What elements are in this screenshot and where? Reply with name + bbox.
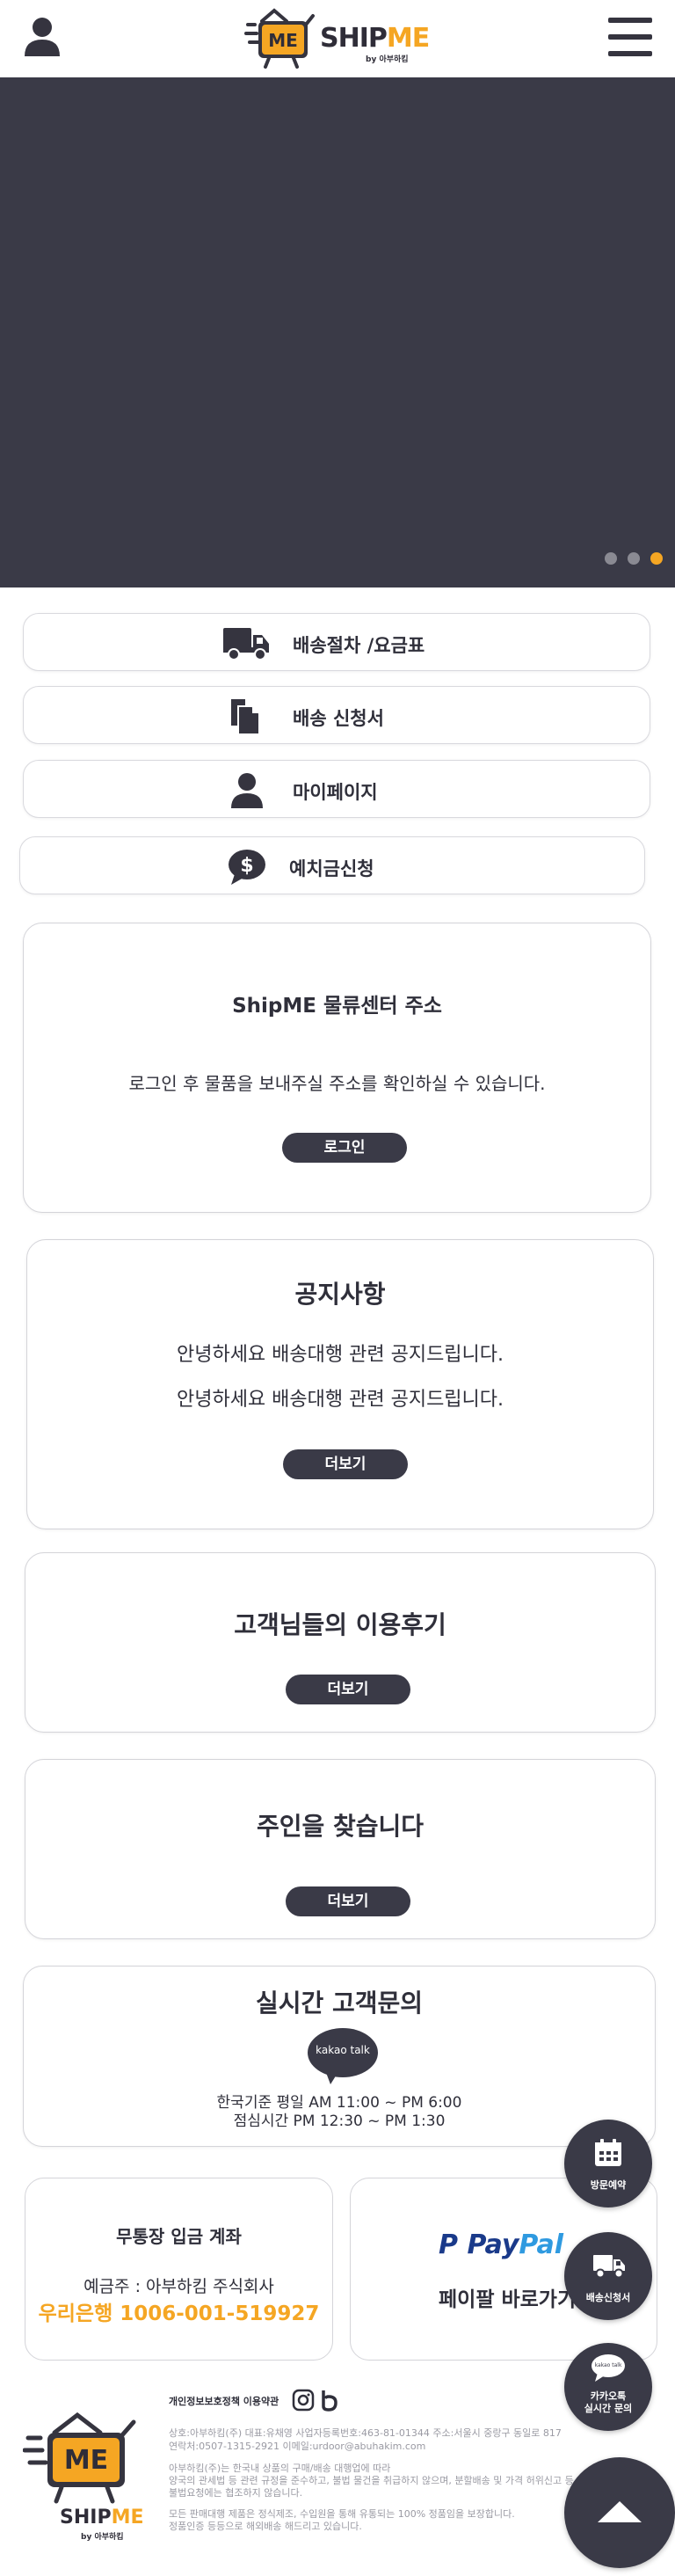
review-card: 고객님들의 이용후기 더보기 — [25, 1552, 656, 1733]
lost-items-more-button[interactable]: 더보기 — [286, 1886, 410, 1916]
lunch-hours: 점심시간 PM 12:30 ~ PM 1:30 — [233, 2113, 446, 2130]
notice-more-button[interactable]: 더보기 — [283, 1449, 408, 1479]
footer-notice-line: 정품인증 등등으로 해외배송 해드리고 있습니다. — [169, 2521, 362, 2532]
arrow-up-icon — [598, 2501, 642, 2522]
scroll-to-top-button[interactable] — [564, 2457, 675, 2568]
lost-items-card: 주인을 찾습니다 더보기 — [25, 1759, 656, 1939]
documents-icon — [226, 697, 275, 735]
address-card: ShipME 물류센터 주소 로그인 후 물품을 보내주실 주소를 확인하실 수… — [23, 923, 651, 1213]
live-inquiry-title: 실시간 고객문의 — [255, 1989, 424, 2018]
logo-by-text: by 아부하킴 — [366, 55, 409, 64]
kakao-live-inquiry-button[interactable]: kakao talk 카카오톡 실시간 문의 — [564, 2343, 652, 2431]
lost-items-card-title: 주인을 찾습니다 — [256, 1812, 425, 1841]
user-icon — [229, 771, 279, 808]
quick-button-shipping-fees[interactable]: 배송절차 /요금표 — [23, 613, 650, 671]
visit-reservation-label: 방문예약 — [590, 2179, 627, 2191]
quick-button-mypage[interactable]: 마이페이지 — [23, 760, 650, 818]
quick-button-label: 마이페이지 — [293, 782, 378, 803]
quick-button-label: 배송절차 /요금표 — [293, 635, 425, 656]
svg-text:$: $ — [240, 855, 253, 877]
footer-logo-wordmark: SHIPME — [60, 2507, 144, 2529]
footer-notice-line: 불법요청에는 협조하지 않습니다. — [169, 2487, 303, 2499]
slider-dot-active[interactable] — [650, 552, 663, 565]
shipme-logo[interactable]: ME SHIPME by 아부하킴 — [243, 5, 432, 72]
shipping-form-button[interactable]: 배송신청서 — [564, 2232, 652, 2320]
notice-item[interactable]: 안녕하세요 배송대행 관련 공지드립니다. — [27, 1339, 653, 1367]
top-header: ME SHIPME by 아부하킴 — [0, 0, 675, 77]
kakao-label-line1: 카카오톡 — [590, 2390, 627, 2402]
address-card-title: ShipME 물류센터 주소 — [232, 995, 442, 1018]
calendar-icon — [592, 2137, 624, 2169]
address-card-text: 로그인 후 물품을 보내주실 주소를 확인하실 수 있습니다. — [128, 1073, 546, 1094]
login-button[interactable]: 로그인 — [282, 1133, 407, 1163]
review-card-title: 고객님들의 이용후기 — [234, 1610, 446, 1639]
account-holder: 예금주 : 아부하킴 주식회사 — [83, 2277, 274, 2296]
footer-logo: ME SHIPME by 아부하킴 — [23, 2410, 146, 2550]
paypal-logo: P PayPal — [439, 2229, 564, 2260]
footer-policy-links[interactable]: 개인정보보호정책 이용약관 — [169, 2394, 279, 2408]
kakao-label-line2: 실시간 문의 — [584, 2403, 633, 2414]
slider-pagination — [605, 552, 663, 565]
truck-icon — [221, 624, 271, 661]
notice-card-title: 공지사항 — [294, 1280, 386, 1309]
kakao-talk-label: kakao talk — [316, 2044, 370, 2056]
paypal-link-label: 페이팔 바로가기 — [439, 2288, 577, 2311]
shipping-form-label: 배송신청서 — [585, 2292, 631, 2303]
review-more-button[interactable]: 더보기 — [286, 1675, 410, 1704]
user-icon[interactable] — [23, 16, 62, 58]
quick-button-deposit[interactable]: $ 예치금신청 — [19, 836, 645, 894]
hamburger-menu-icon[interactable] — [608, 18, 652, 56]
bank-account-title: 무통장 입금 계좌 — [116, 2226, 242, 2247]
logo-badge-text: ME — [268, 30, 298, 51]
bank-account-card: 무통장 입금 계좌 예금주 : 아부하킴 주식회사 우리은행 1006-001-… — [25, 2178, 333, 2361]
hero-banner[interactable] — [0, 77, 675, 587]
footer-contact-info: 연락처:0507-1315-2921 이메일:urdoor@abuhakim.c… — [169, 2441, 426, 2452]
kakao-talk-button[interactable]: kakao talk — [308, 2028, 378, 2084]
quick-button-shipping-form[interactable]: 배송 신청서 — [23, 686, 650, 744]
notice-card: 공지사항 안녕하세요 배송대행 관련 공지드립니다. 안녕하세요 배송대행 관련… — [26, 1239, 654, 1529]
kakao-talk-small-label: kakao talk — [594, 2362, 622, 2368]
dollar-bubble-icon: $ — [226, 848, 275, 885]
blog-icon[interactable] — [320, 2389, 339, 2412]
footer-logo-by: by 아부하킴 — [81, 2533, 124, 2542]
bank-account-number: 우리은행 1006-001-519927 — [38, 2302, 320, 2325]
logo-wordmark: SHIPME — [320, 23, 430, 54]
visit-reservation-button[interactable]: 방문예약 — [564, 2120, 652, 2207]
footer-logo-badge: ME — [63, 2445, 109, 2476]
quick-button-label: 배송 신청서 — [293, 708, 384, 729]
quick-button-label: 예치금신청 — [289, 858, 374, 879]
page: ME SHIPME by 아부하킴 배송절차 /요금표 배송 신청서 마이페이지… — [0, 0, 675, 2576]
footer-company-info: 상호:아부하킴(주) 대표:유채영 사업자등록번호:463-81-01344 주… — [169, 2427, 562, 2439]
notice-item[interactable]: 안녕하세요 배송대행 관련 공지드립니다. — [27, 1383, 653, 1412]
instagram-icon[interactable] — [292, 2389, 315, 2412]
chat-bubble-icon: kakao talk — [591, 2353, 626, 2383]
slider-dot[interactable] — [605, 552, 617, 565]
truck-icon — [592, 2250, 625, 2281]
slider-dot[interactable] — [628, 552, 640, 565]
footer-social-links — [292, 2389, 339, 2412]
